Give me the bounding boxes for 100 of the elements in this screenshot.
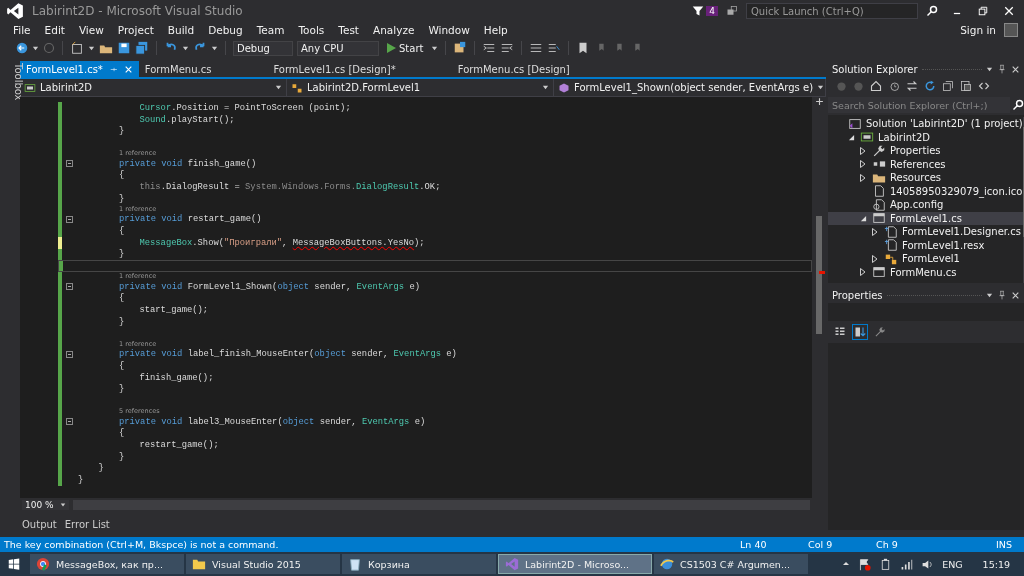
member-dropdown[interactable]: FormLevel1_Shown(object sender, EventArgs e) (554, 79, 826, 96)
tree-item[interactable]: FormLevel1.resx (828, 238, 1023, 252)
form-icon (872, 211, 886, 226)
search-field[interactable]: Search Solution Explorer (Ctrl+;) (828, 97, 1010, 113)
collapsed-arrow-icon[interactable] (872, 227, 878, 236)
tree-item[interactable]: 14058950329079_icon.ico (828, 184, 1023, 198)
tree-item[interactable]: FormLevel1 (828, 252, 1023, 266)
code-line: } (118, 316, 125, 327)
indent-icon[interactable] (482, 41, 497, 55)
menu-item[interactable]: File (6, 24, 38, 36)
tree-item[interactable]: Properties (828, 144, 1023, 158)
scrollbar[interactable] (812, 97, 826, 498)
pin-icon (997, 290, 1007, 300)
browser-link-icon[interactable] (453, 41, 468, 55)
close-icon[interactable] (1004, 6, 1014, 16)
save-icon[interactable] (117, 41, 131, 55)
menu-item[interactable]: View (71, 24, 111, 36)
config-file-icon (872, 197, 886, 212)
show-all-files-icon[interactable] (960, 80, 972, 92)
code-line: restart_game(); (138, 440, 219, 451)
search-icon[interactable] (926, 5, 938, 17)
menu-item[interactable]: Team (249, 24, 292, 36)
line-number: Ln 40 (740, 539, 768, 550)
status-message: The key combination (Ctrl+M, Bkspce) is not a command. (4, 539, 280, 550)
document-tab[interactable]: FormMenu.cs (138, 61, 218, 77)
collapse-icon[interactable] (65, 283, 73, 291)
caret-icon (88, 44, 95, 52)
sync-icon[interactable] (906, 80, 918, 92)
expanded-arrow-icon[interactable] (847, 133, 855, 141)
tree-item[interactable]: FormLevel1.cs (828, 211, 1023, 225)
notification-count[interactable]: 4 (706, 6, 718, 16)
outdent-icon[interactable] (500, 41, 515, 55)
tree-item[interactable]: References (828, 157, 1023, 171)
new-project-icon[interactable] (70, 41, 84, 55)
collapse-all-icon[interactable] (942, 80, 954, 92)
code-line: private void label_finish_MouseEnter(object sender, EventArgs e) (118, 349, 457, 360)
save-all-icon[interactable] (135, 41, 149, 55)
tree-item[interactable]: Labirint2D (828, 130, 1023, 144)
zoom-dropdown[interactable]: 100 % (22, 500, 69, 510)
language-indicator[interactable]: ENG (942, 558, 963, 570)
restore-icon[interactable] (978, 6, 988, 16)
refresh-icon[interactable] (924, 80, 936, 92)
document-tab[interactable]: FormMenu.cs [Design] (451, 61, 576, 77)
taskbar-button[interactable]: Visual Studio 2015 (186, 554, 340, 574)
method-icon (558, 81, 570, 94)
menu-item[interactable]: Analyze (366, 24, 422, 36)
signal-icon (900, 557, 914, 571)
comment-icon[interactable] (529, 41, 544, 55)
code-file-icon (884, 238, 898, 253)
menu-item[interactable]: Help (476, 24, 515, 36)
tree-item[interactable]: Solution 'Labirint2D' (1 project) (828, 117, 1023, 131)
menu-item[interactable]: Debug (201, 24, 250, 36)
recycle-bin-icon (348, 557, 362, 571)
clock[interactable]: 15:19 (982, 558, 1010, 570)
configuration-dropdown[interactable]: Debug (233, 40, 293, 56)
code-line: } (118, 249, 125, 260)
document-tab[interactable]: FormLevel1.cs [Design]* (267, 61, 402, 77)
collapse-icon[interactable] (65, 160, 73, 168)
back-icon[interactable] (16, 42, 28, 54)
wrench-icon[interactable] (874, 326, 886, 338)
quick-launch-field[interactable]: Quick Launch (Ctrl+Q) (746, 3, 918, 19)
code-line: } (118, 193, 125, 204)
code-view-icon[interactable] (978, 80, 990, 92)
menu-item[interactable]: Test (331, 24, 366, 36)
folder-icon (192, 557, 206, 571)
collapse-icon[interactable] (65, 350, 73, 358)
plus-icon (814, 97, 824, 106)
alphabetical-icon[interactable] (854, 326, 866, 338)
class-dropdown[interactable]: Labirint2D.FormLevel1 (287, 79, 554, 96)
start-button[interactable]: Start (383, 42, 428, 54)
expanded-arrow-icon[interactable] (859, 214, 867, 222)
taskbar-button[interactable]: MessageBox, как пр... (30, 554, 184, 574)
home-icon[interactable] (870, 80, 882, 92)
panel-tab[interactable]: Error List (64, 519, 110, 530)
categorized-icon[interactable] (834, 326, 846, 338)
taskbar-button[interactable]: Labirint2D - Microso... (498, 554, 652, 574)
tree-item[interactable]: FormLevel1.Designer.cs (828, 225, 1023, 239)
tree-item[interactable]: Resources (828, 171, 1023, 185)
taskbar-button[interactable]: CS1503 C# Argumen... (654, 554, 808, 574)
studio-logo-icon (6, 2, 24, 20)
menu-item[interactable]: Build (160, 24, 202, 36)
search-icon[interactable] (1012, 99, 1024, 111)
collapse-icon[interactable] (65, 215, 73, 223)
menu-item[interactable]: Edit (37, 24, 72, 36)
sign-in-link[interactable]: Sign in (960, 24, 996, 36)
platform-dropdown[interactable]: Any CPU (297, 40, 379, 56)
panel-tab[interactable]: Output (22, 519, 57, 530)
taskbar-button[interactable]: Корзина (342, 554, 496, 574)
tree-item[interactable]: App.config (828, 198, 1023, 212)
menu-item[interactable]: Tools (291, 24, 332, 36)
tree-item[interactable]: FormMenu.cs (828, 265, 1023, 279)
history-icon[interactable] (888, 80, 900, 92)
code-line: } (118, 126, 125, 137)
uncomment-icon[interactable] (547, 41, 562, 55)
menu-item[interactable]: Window (421, 24, 477, 36)
feedback-icon[interactable] (726, 5, 738, 17)
collapse-icon[interactable] (65, 418, 73, 426)
windows-start-icon[interactable] (8, 558, 20, 570)
filter-icon[interactable] (692, 5, 705, 17)
menu-item[interactable]: Project (110, 24, 161, 36)
